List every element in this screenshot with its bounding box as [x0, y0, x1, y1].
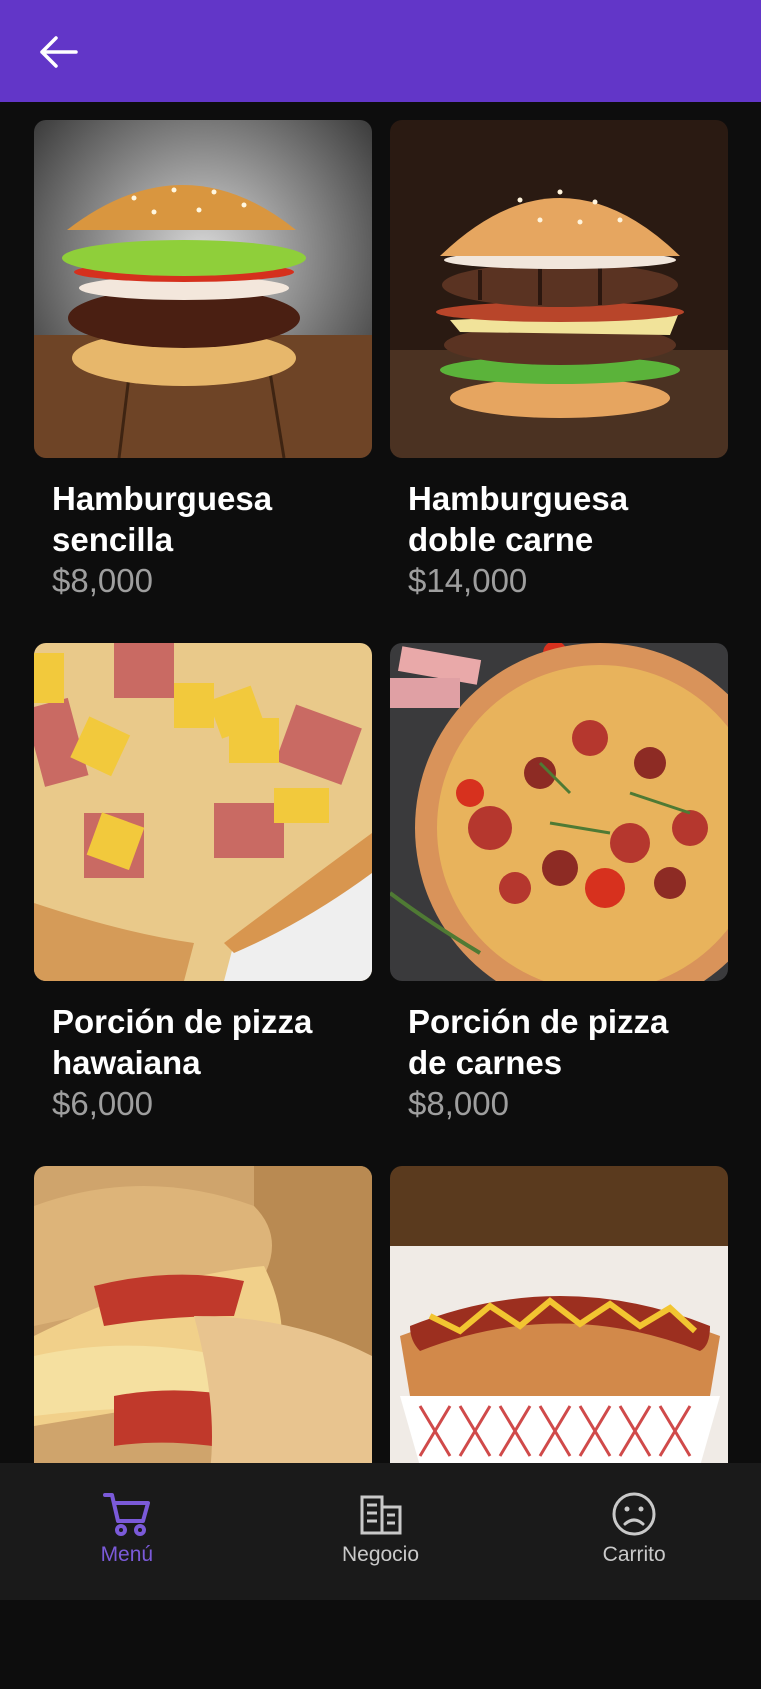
- product-price: $8,000: [52, 562, 153, 599]
- product-image-hamburger: [34, 120, 372, 458]
- product-price: $6,000: [52, 1085, 153, 1122]
- arrow-left-icon: [40, 36, 78, 68]
- product-price: $8,000: [408, 1085, 509, 1122]
- nav-label: Negocio: [341, 1543, 420, 1566]
- product-image-hot-dog: [390, 1166, 728, 1504]
- product-name: Hamburguesa sencilla: [52, 480, 273, 558]
- product-card[interactable]: Porción de pizza hawaiana $6,000: [34, 643, 372, 1166]
- product-image-double-burger: [390, 120, 728, 458]
- nav-label: Carrito: [602, 1543, 666, 1566]
- product-card[interactable]: [390, 1166, 728, 1689]
- cart-icon: [102, 1493, 150, 1536]
- building-icon: [360, 1495, 401, 1535]
- product-name: Hamburguesa doble carne: [408, 480, 629, 558]
- nav-item-menu[interactable]: Menú: [0, 1463, 254, 1600]
- product-name: Porción de pizza hawaiana: [52, 1003, 313, 1081]
- product-card[interactable]: Hamburguesa sencilla $8,000: [34, 120, 372, 643]
- product-image-hawaiian-pizza: [34, 643, 372, 981]
- nav-item-business[interactable]: Negocio: [254, 1463, 508, 1600]
- bottom-navigation: Menú Negocio Carrito: [0, 1463, 761, 1600]
- product-image-meat-pizza: [390, 643, 728, 981]
- product-card[interactable]: Hamburguesa doble carne $14,000: [390, 120, 728, 643]
- back-button[interactable]: [36, 30, 80, 74]
- nav-item-cart[interactable]: Carrito: [507, 1463, 761, 1600]
- nav-label: Menú: [100, 1543, 154, 1566]
- app-header: [0, 0, 761, 102]
- sad-face-icon: [612, 1492, 656, 1536]
- product-grid: Hamburguesa sencilla $8,000 Hamburguesa …: [34, 120, 728, 1689]
- product-card[interactable]: [34, 1166, 372, 1689]
- product-card[interactable]: Porción de pizza de carnes $8,000: [390, 643, 728, 1166]
- product-name: Porción de pizza de carnes: [408, 1003, 669, 1081]
- product-price: $14,000: [408, 562, 528, 599]
- product-image-calzone: [34, 1166, 372, 1504]
